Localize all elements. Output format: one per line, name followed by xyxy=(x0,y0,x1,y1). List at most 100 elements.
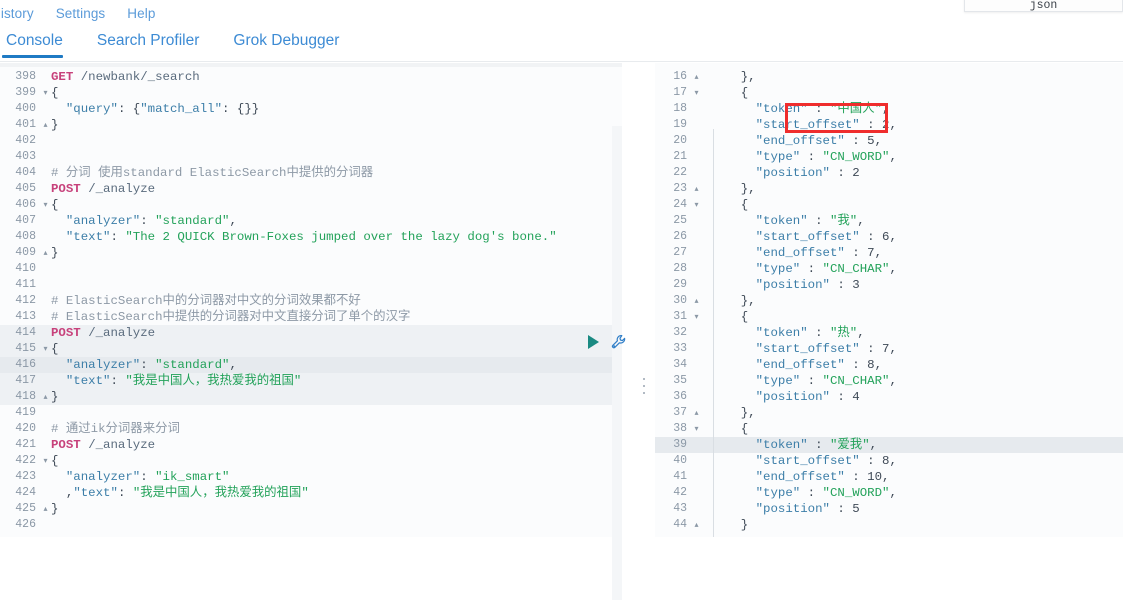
token: POST xyxy=(51,438,81,452)
tab-search-profiler[interactable]: Search Profiler xyxy=(95,30,214,58)
code-line[interactable]: 17 ▾ { xyxy=(655,85,1123,101)
pane-splitter-handle[interactable] xyxy=(641,378,647,394)
fold-toggle-icon[interactable]: ▾ xyxy=(40,341,51,357)
code-line[interactable]: 419 xyxy=(0,405,622,421)
token: "中国人" xyxy=(829,102,883,116)
code-line[interactable]: 405 POST /_analyze xyxy=(0,181,622,197)
code-line[interactable]: 35 "type" : "CN_CHAR", xyxy=(655,373,1123,389)
tab-console[interactable]: Console xyxy=(0,30,77,58)
token: POST xyxy=(51,326,81,340)
tab-grok-debugger[interactable]: Grok Debugger xyxy=(231,30,353,58)
code-line[interactable]: 29 "position" : 3 xyxy=(655,277,1123,293)
code-line[interactable]: 417 "text": "我是中国人，我热爱我的祖国" xyxy=(0,373,622,389)
code-line[interactable]: 40 "start_offset" : 8, xyxy=(655,453,1123,469)
code-line[interactable]: 418 ▴} xyxy=(0,389,622,405)
code-line[interactable]: 44 ▴ } xyxy=(655,517,1123,533)
fold-toggle-icon[interactable]: ▾ xyxy=(40,453,51,469)
menu-item-help[interactable]: Help xyxy=(127,6,155,21)
code-line[interactable]: 43 "position" : 5 xyxy=(655,501,1123,517)
response-pane[interactable]: 16 ▴ }, 17 ▾ {18 "token" : "中国人", 19 "start_… xyxy=(655,63,1123,537)
request-pane-scrollbar[interactable] xyxy=(612,126,622,600)
code-line[interactable]: 401 ▴} xyxy=(0,117,622,133)
fold-toggle-icon[interactable]: ▴ xyxy=(40,389,51,405)
code-line[interactable]: 409 ▴} xyxy=(0,245,622,261)
code-line[interactable]: 18 "token" : "中国人", xyxy=(655,101,1123,117)
token: : {}} xyxy=(222,102,260,116)
json-format-popup[interactable]: json xyxy=(964,0,1123,12)
code-line[interactable]: 32 "token" : "热", xyxy=(655,325,1123,341)
menu-item-history[interactable]: History xyxy=(0,6,34,21)
code-line[interactable]: 31 ▾ { xyxy=(655,309,1123,325)
fold-toggle-icon[interactable]: ▴ xyxy=(691,517,702,533)
code-line[interactable]: 30 ▴ }, xyxy=(655,293,1123,309)
play-icon[interactable] xyxy=(588,335,599,349)
fold-toggle-icon[interactable]: ▴ xyxy=(691,293,702,309)
code-line[interactable]: 400 "query": {"match_all": {}} xyxy=(0,101,622,117)
code-line[interactable]: 398 GET /newbank/_search xyxy=(0,69,622,85)
code-line[interactable]: 421 POST /_analyze xyxy=(0,437,622,453)
code-line[interactable]: 403 xyxy=(0,149,622,165)
code-line[interactable]: 415 ▾{ xyxy=(0,341,622,357)
code-line[interactable]: 422 ▾{ xyxy=(0,453,622,469)
code-line[interactable]: 20 "end_offset" : 5, xyxy=(655,133,1123,149)
code-line[interactable]: 24 ▾ { xyxy=(655,197,1123,213)
wrench-icon[interactable] xyxy=(611,334,627,350)
fold-toggle-icon[interactable]: ▾ xyxy=(40,85,51,101)
code-line[interactable]: 42 "type" : "CN_WORD", xyxy=(655,485,1123,501)
code-line[interactable]: 416 "analyzer": "standard", xyxy=(0,357,622,373)
code-line[interactable]: 406 ▾{ xyxy=(0,197,622,213)
line-number: 408 xyxy=(15,230,36,243)
line-number: 407 xyxy=(15,214,36,227)
code-line[interactable]: 420 # 通过ik分词器来分词 xyxy=(0,421,622,437)
fold-toggle-icon[interactable]: ▴ xyxy=(40,501,51,517)
fold-toggle-icon[interactable]: ▾ xyxy=(691,309,702,325)
code-line[interactable]: 425 ▴} xyxy=(0,501,622,517)
code-line[interactable]: 19 "start_offset" : 2, xyxy=(655,117,1123,133)
code-line[interactable]: 413 # ElasticSearch中提供的分词器对中文直接分词了单个的汉字 xyxy=(0,309,622,325)
code-line[interactable]: 426 xyxy=(0,517,622,533)
line-number: 409 xyxy=(15,246,36,259)
code-line[interactable]: 37 ▴ }, xyxy=(655,405,1123,421)
code-line[interactable]: 27 "end_offset" : 7, xyxy=(655,245,1123,261)
code-line[interactable]: 33 "start_offset" : 7, xyxy=(655,341,1123,357)
code-line[interactable]: 424 ,"text": "我是中国人，我热爱我的祖国" xyxy=(0,485,622,501)
request-pane[interactable]: 398 GET /newbank/_search 399 ▾{400 "query":… xyxy=(0,63,622,537)
fold-toggle-icon[interactable]: ▴ xyxy=(691,405,702,421)
code-line[interactable]: 36 "position" : 4 xyxy=(655,389,1123,405)
code-line[interactable]: 28 "type" : "CN_CHAR", xyxy=(655,261,1123,277)
code-line[interactable]: 26 "start_offset" : 6, xyxy=(655,229,1123,245)
code-line[interactable]: 16 ▴ }, xyxy=(655,69,1123,85)
code-line[interactable]: 23 ▴ }, xyxy=(655,181,1123,197)
menu-item-settings[interactable]: Settings xyxy=(56,6,106,21)
code-line[interactable]: 402 xyxy=(0,133,622,149)
code-line[interactable]: 39 "token" : "爱我", xyxy=(655,437,1123,453)
fold-toggle-icon[interactable]: ▴ xyxy=(40,245,51,261)
code-line[interactable]: 411 xyxy=(0,277,622,293)
code-line[interactable]: 412 # ElasticSearch中的分词器对中文的分词效果都不好 xyxy=(0,293,622,309)
fold-toggle-icon[interactable]: ▾ xyxy=(691,197,702,213)
token: : { xyxy=(117,102,141,116)
code-line[interactable]: 414 POST /_analyze xyxy=(0,325,622,341)
code-line[interactable]: 22 "position" : 2 xyxy=(655,165,1123,181)
line-number: 402 xyxy=(15,134,36,147)
fold-toggle-icon[interactable]: ▴ xyxy=(691,181,702,197)
fold-toggle-icon[interactable]: ▾ xyxy=(40,197,51,213)
code-line[interactable]: 41 "end_offset" : 10, xyxy=(655,469,1123,485)
fold-toggle-icon[interactable]: ▴ xyxy=(40,117,51,133)
code-line[interactable]: 21 "type" : "CN_WORD", xyxy=(655,149,1123,165)
code-line[interactable]: 410 xyxy=(0,261,622,277)
code-line[interactable]: 25 "token" : "我", xyxy=(655,213,1123,229)
code-line[interactable]: 423 "analyzer": "ik_smart" xyxy=(0,469,622,485)
code-text: { xyxy=(51,197,58,213)
code-line[interactable]: 407 "analyzer": "standard", xyxy=(0,213,622,229)
code-line[interactable]: 404 # 分词 使用standard ElasticSearch中提供的分词器 xyxy=(0,165,622,181)
fold-toggle-icon[interactable]: ▴ xyxy=(691,69,702,85)
code-line[interactable]: 408 "text": "The 2 QUICK Brown-Foxes jum… xyxy=(0,229,622,245)
fold-toggle-icon xyxy=(40,421,51,437)
code-line[interactable]: 399 ▾{ xyxy=(0,85,622,101)
fold-toggle-icon[interactable]: ▾ xyxy=(691,421,702,437)
token: "type" xyxy=(711,486,801,500)
fold-toggle-icon[interactable]: ▾ xyxy=(691,85,702,101)
code-line[interactable]: 34 "end_offset" : 8, xyxy=(655,357,1123,373)
code-line[interactable]: 38 ▾ { xyxy=(655,421,1123,437)
